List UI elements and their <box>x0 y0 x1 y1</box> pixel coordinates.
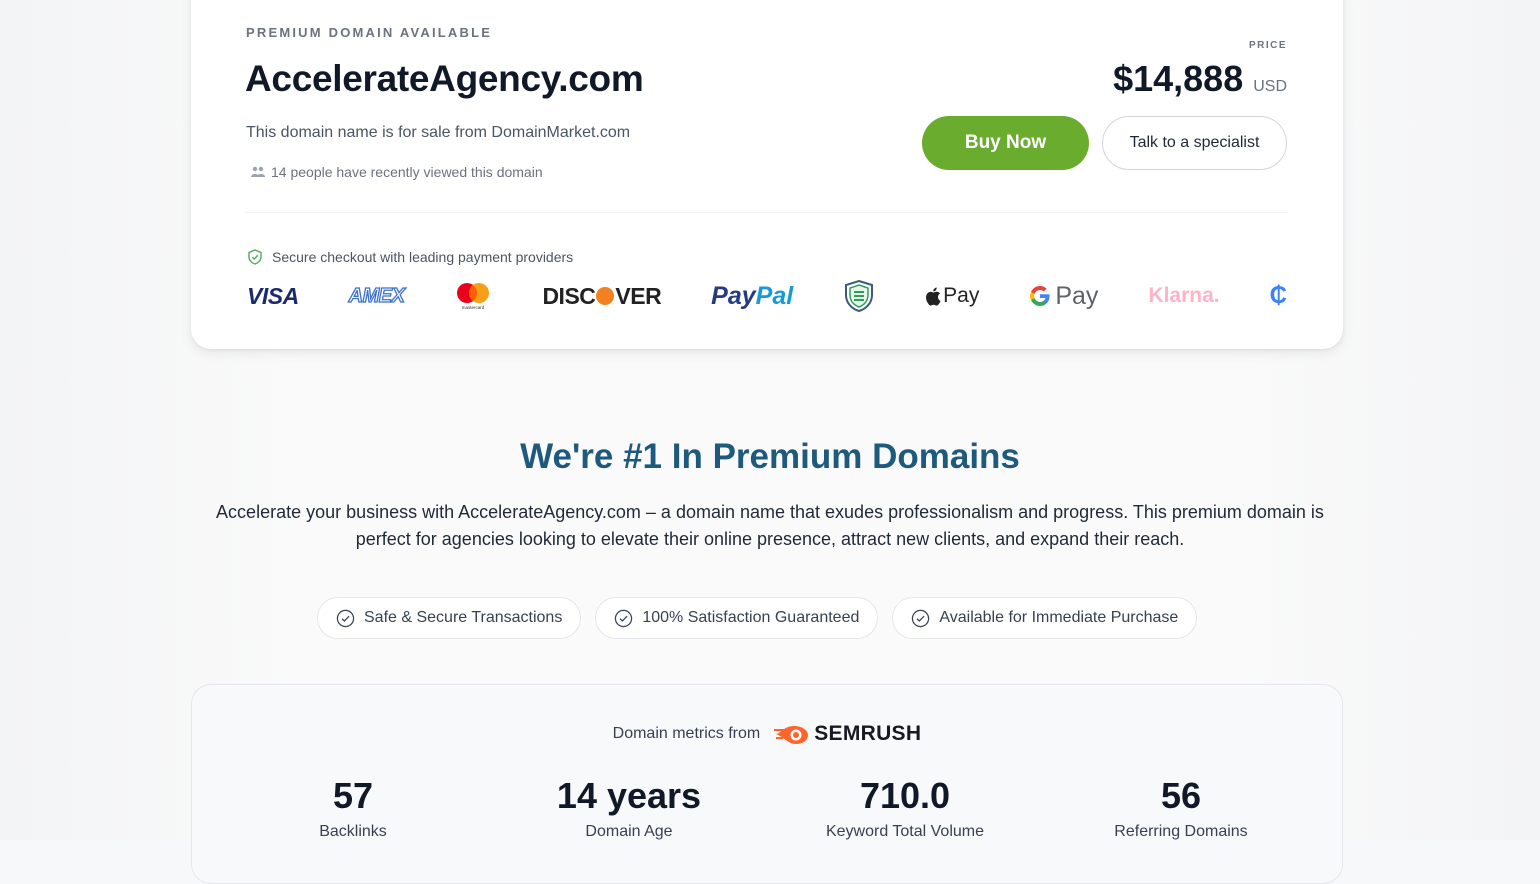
discover-text-a: DISC <box>542 282 596 309</box>
talk-to-specialist-button[interactable]: Talk to a specialist <box>1102 116 1287 170</box>
discover-dot <box>596 287 615 305</box>
section-description: Accelerate your business with Accelerate… <box>216 502 1324 549</box>
paypal-text-a: Pay <box>711 281 756 310</box>
check-circle-icon <box>336 609 355 627</box>
badge-satisfaction: 100% Satisfaction Guaranteed <box>595 597 879 639</box>
price-row: $14,888 USD <box>1113 58 1287 100</box>
trust-badges: Safe & Secure Transactions 100% Satisfac… <box>317 597 1198 639</box>
badge-label: 100% Satisfaction Guaranteed <box>642 609 860 626</box>
section-headline: We're #1 In Premium Domains <box>520 437 1020 476</box>
google-pay-text: Pay <box>1055 281 1099 310</box>
klarna-logo: Klarna. <box>1148 284 1220 307</box>
google-pay-logo: Pay <box>1029 282 1098 311</box>
people-icon <box>251 166 265 177</box>
metric-referring-domains: 56 Referring Domains <box>1066 775 1296 841</box>
semrush-flame-icon <box>774 726 809 744</box>
mastercard-caption: mastercard <box>462 305 485 310</box>
price-label: PRICE <box>1248 40 1287 51</box>
metric-label: Referring Domains <box>1114 823 1248 840</box>
coin-logo: ₵ <box>1269 282 1287 309</box>
badge-label: Safe & Secure Transactions <box>364 609 563 626</box>
badge-available: Available for Immediate Purchase <box>892 597 1198 639</box>
metric-value: 710.0 <box>859 775 951 816</box>
paypal-text-b: Pal <box>755 281 794 310</box>
buy-now-button[interactable]: Buy Now <box>922 116 1089 170</box>
divider <box>246 212 1288 213</box>
semrush-text: SEMRUSH <box>814 722 922 745</box>
metrics-source: Domain metrics from SEMRUSH <box>192 722 1342 746</box>
viewers-text: 14 people have recently viewed this doma… <box>271 164 543 180</box>
apple-pay-text: Pay <box>943 284 980 307</box>
metric-label: Backlinks <box>319 823 387 840</box>
discover-logo: DISC VER <box>542 283 661 310</box>
metric-value: 57 <box>332 775 374 816</box>
metrics-from-label: Domain metrics from <box>612 725 761 742</box>
visa-logo: VISA <box>247 282 299 309</box>
metric-backlinks: 57 Backlinks <box>238 775 468 841</box>
metrics-card: Domain metrics from SEMRUSH 57 Backlinks… <box>191 684 1343 884</box>
mastercard-logo: mastercard <box>454 281 492 311</box>
sale-subtitle: This domain name is for sale from Domain… <box>246 124 631 141</box>
badge-safe-secure: Safe & Secure Transactions <box>317 597 582 639</box>
secure-checkout-text: Secure checkout with leading payment pro… <box>272 249 574 265</box>
payment-logos: VISA AMEX mastercard DISC VER Pay Pal Pa… <box>247 278 1287 314</box>
paypal-logo: Pay Pal <box>711 282 793 311</box>
apple-pay-logo: Pay <box>925 284 979 308</box>
metric-keyword-volume: 710.0 Keyword Total Volume <box>790 775 1020 841</box>
amex-logo: AMEX <box>348 284 406 307</box>
metric-label: Domain Age <box>585 823 673 840</box>
price-value: $14,888 <box>1113 58 1244 99</box>
google-g-icon <box>1030 286 1050 306</box>
badge-label: Available for Immediate Purchase <box>939 609 1179 626</box>
apple-icon <box>926 287 941 306</box>
check-circle-icon <box>912 609 930 627</box>
metric-domain-age: 14 years Domain Age <box>514 775 744 841</box>
eyebrow-label: PREMIUM DOMAIN AVAILABLE <box>246 25 493 40</box>
domain-title: AccelerateAgency.com <box>245 58 644 99</box>
metric-value: 14 years <box>556 775 702 816</box>
semrush-logo: SEMRUSH <box>774 722 921 746</box>
metric-label: Keyword Total Volume <box>825 823 984 840</box>
check-circle-icon <box>615 609 633 627</box>
crypto-shield-logo <box>843 279 875 313</box>
viewers-notice: 14 people have recently viewed this doma… <box>251 164 543 180</box>
metric-value: 56 <box>1160 775 1202 816</box>
secure-checkout-notice: Secure checkout with leading payment pro… <box>247 249 573 265</box>
listing-card: PREMIUM DOMAIN AVAILABLE AccelerateAgenc… <box>191 0 1343 349</box>
price-currency: USD <box>1253 78 1287 95</box>
discover-text-b: VER <box>615 282 662 309</box>
shield-check-icon <box>248 249 262 265</box>
